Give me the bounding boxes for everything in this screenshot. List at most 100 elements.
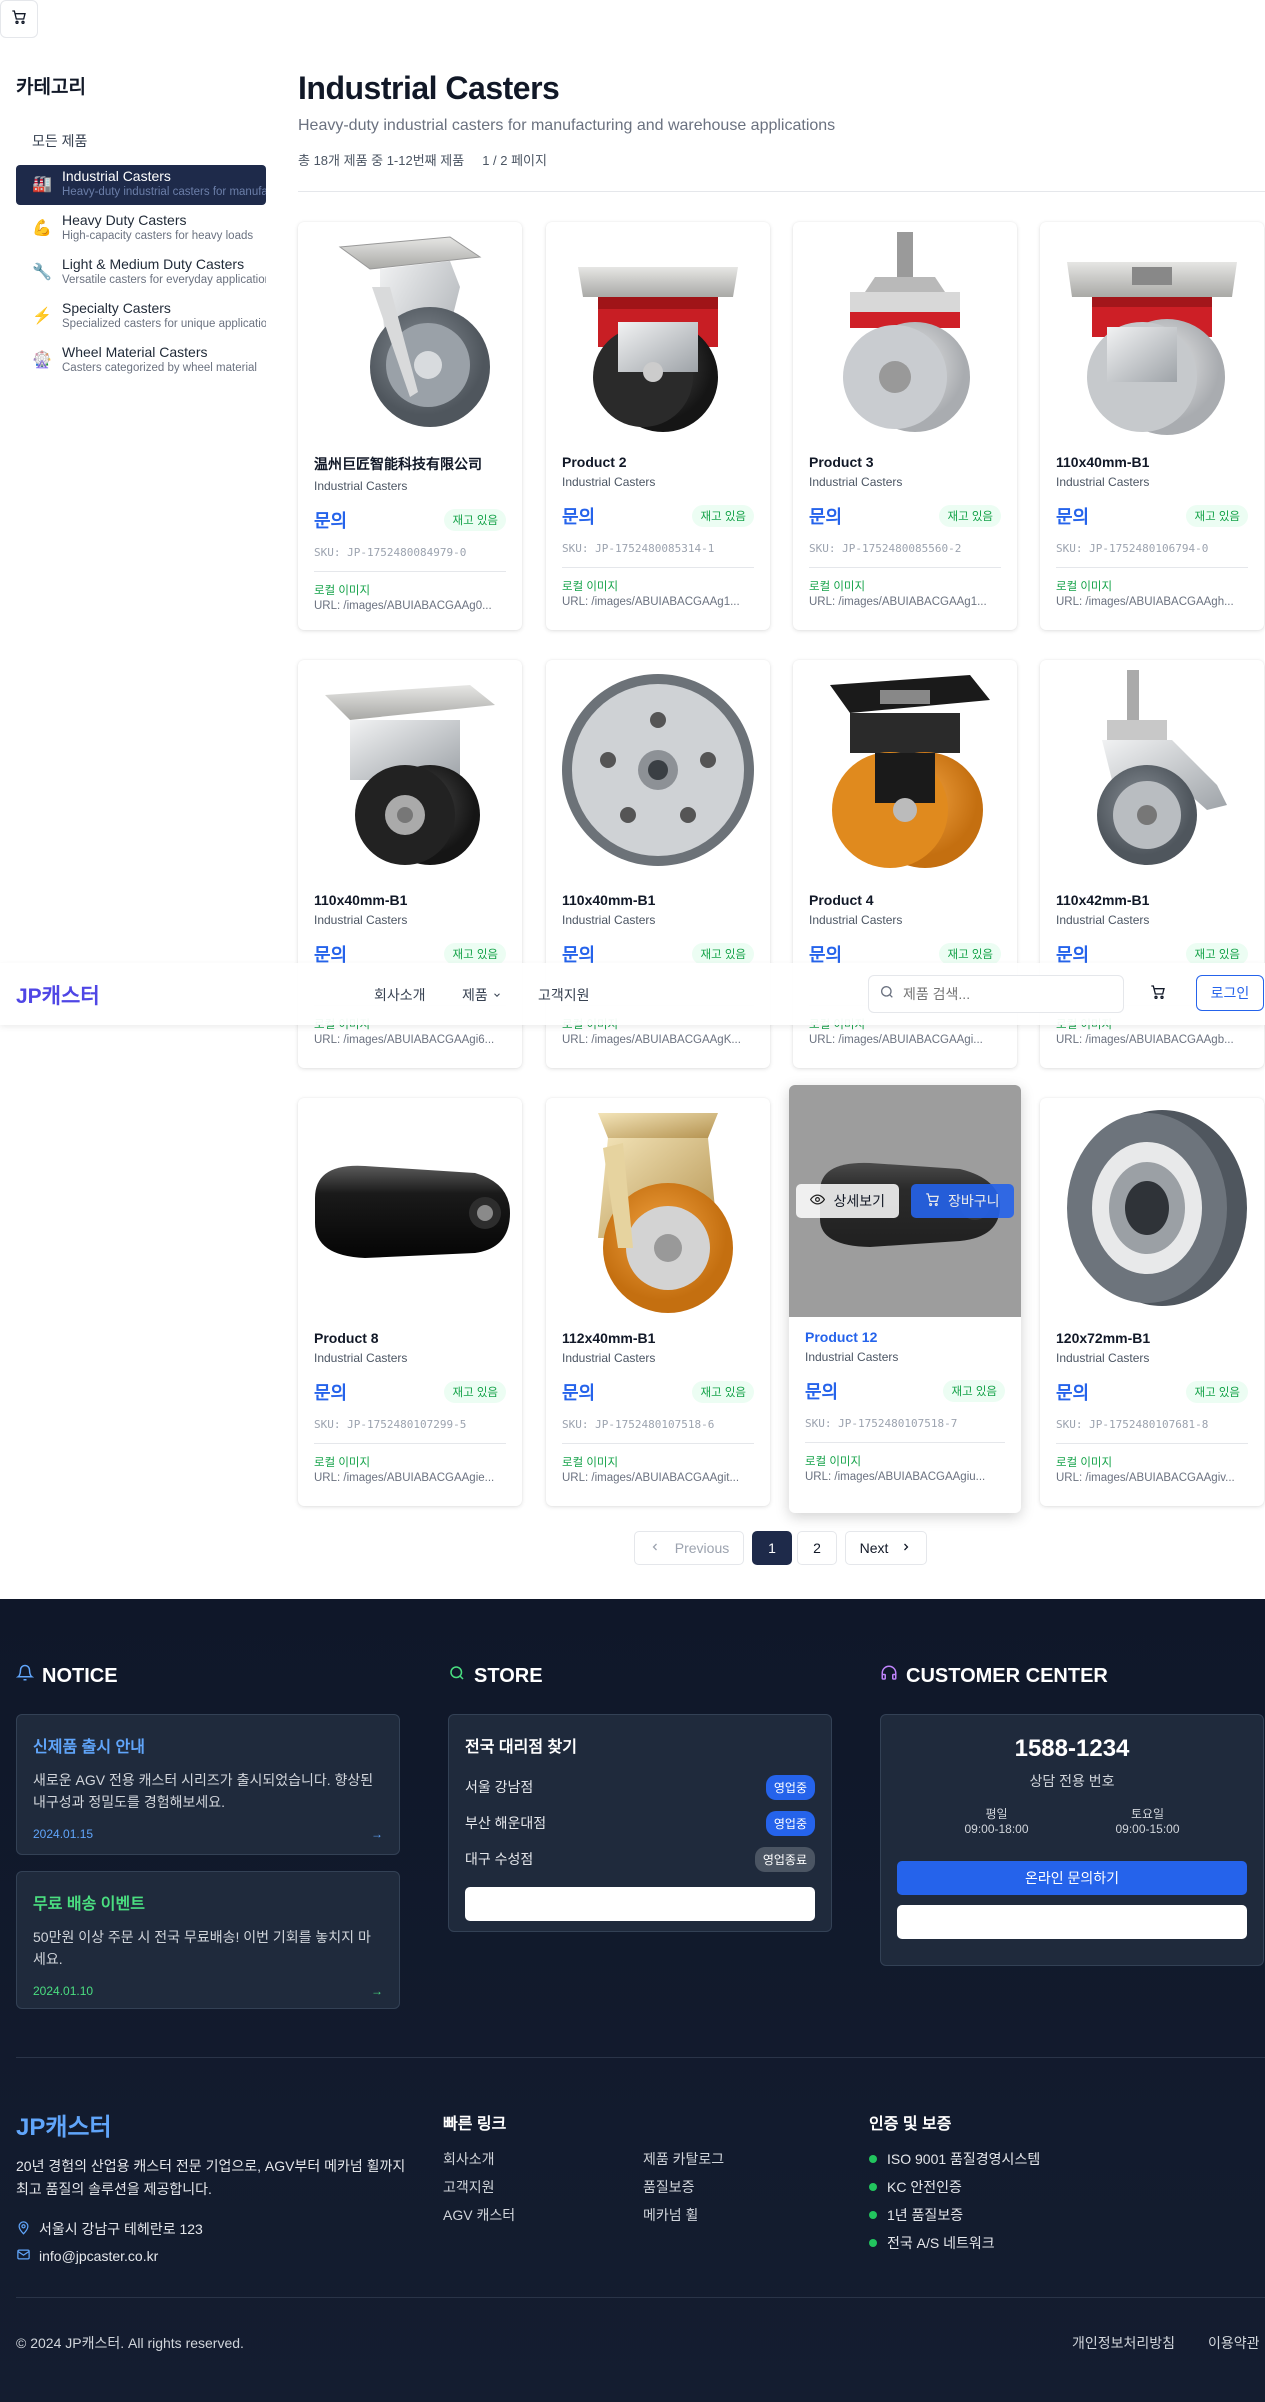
result-count-text: 총 18개 제품 중 1-12번째 제품 bbox=[298, 153, 465, 168]
category-item[interactable]: 🔧 Light & Medium Duty Casters Versatile … bbox=[16, 253, 266, 293]
notice-card[interactable]: 신제품 출시 안내 새로운 AGV 전용 캐스터 시리즈가 출시되었습니다. 향… bbox=[16, 1714, 400, 1855]
product-name[interactable]: 112x40mm-B1 bbox=[562, 1330, 754, 1346]
product-image[interactable] bbox=[298, 222, 522, 442]
nav-cart-button[interactable] bbox=[1144, 980, 1172, 1008]
terms-link[interactable]: 이용약관 bbox=[1208, 2333, 1260, 2353]
product-image[interactable] bbox=[1040, 660, 1264, 880]
category-label: Wheel Material Casters bbox=[62, 344, 208, 360]
store-row[interactable]: 부산 해운대점 영업중 bbox=[465, 1805, 815, 1841]
store-name: 부산 해운대점 bbox=[465, 1815, 547, 1831]
product-image[interactable] bbox=[1040, 1098, 1264, 1318]
online-inquiry-button[interactable]: 온라인 문의하기 bbox=[897, 1861, 1247, 1895]
view-detail-button[interactable]: 상세보기 bbox=[796, 1184, 899, 1218]
product-card[interactable]: Product 8 Industrial Casters 문의 재고 있음 SK… bbox=[298, 1098, 522, 1506]
product-category: Industrial Casters bbox=[562, 475, 656, 489]
notice-card-title: 무료 배송 이벤트 bbox=[33, 1896, 145, 1913]
product-name[interactable]: 120x72mm-B1 bbox=[1056, 1330, 1248, 1346]
store-search-button[interactable] bbox=[465, 1887, 815, 1921]
top-navbar: JP캐스터 회사소개 제품 고객지원 로그인 bbox=[0, 963, 1265, 1025]
product-category: Industrial Casters bbox=[314, 479, 408, 493]
quick-link[interactable]: 제품 카탈로그 bbox=[643, 2149, 724, 2169]
product-image[interactable] bbox=[298, 1098, 522, 1318]
product-image[interactable] bbox=[546, 1098, 770, 1318]
quick-link[interactable]: AGV 캐스터 bbox=[443, 2205, 515, 2225]
product-sku: SKU: JP-1752480085560-2 bbox=[809, 542, 1001, 568]
notice-card-body: 50만원 이상 주문 시 전국 무료배송! 이번 기회를 놓치지 마세요. bbox=[33, 1929, 371, 1967]
image-url: URL: /images/ABUIABACGAAgie... bbox=[314, 1472, 495, 1484]
store-row[interactable]: 서울 강남점 영업중 bbox=[465, 1769, 815, 1805]
ferris-wheel-icon: 🎡 bbox=[32, 352, 52, 369]
price-row: 문의 재고 있음 bbox=[562, 1379, 754, 1405]
footer-logo[interactable]: JP캐스터 bbox=[16, 2107, 112, 2142]
email-text[interactable]: info@jpcaster.co.kr bbox=[39, 2248, 158, 2264]
shopping-cart-icon bbox=[925, 1192, 940, 1210]
nav-link-company[interactable]: 회사소개 bbox=[374, 985, 426, 1005]
product-card[interactable]: Product 12 Industrial Casters 문의 재고 있음 S… bbox=[789, 1085, 1021, 1513]
product-name[interactable]: Product 3 bbox=[809, 454, 1001, 470]
factory-icon: 🏭 bbox=[32, 176, 52, 193]
product-name[interactable]: 110x40mm-B1 bbox=[562, 892, 754, 908]
category-all[interactable]: 모든 제품 bbox=[16, 127, 266, 155]
product-name[interactable]: 温州巨匠智能科技有限公司 bbox=[314, 454, 506, 474]
cert-item: 1년 품질보증 bbox=[869, 2205, 963, 2225]
product-image[interactable] bbox=[793, 222, 1017, 442]
product-image[interactable] bbox=[546, 660, 770, 880]
category-item[interactable]: 🏭 Industrial Casters Heavy-duty industri… bbox=[16, 165, 266, 205]
login-button[interactable]: 로그인 bbox=[1196, 975, 1264, 1011]
map-pin-icon bbox=[16, 2220, 31, 2238]
search-input[interactable] bbox=[903, 986, 1103, 1002]
product-hover-overlay: 상세보기 장바구니 bbox=[789, 1085, 1021, 1317]
product-name[interactable]: Product 2 bbox=[562, 454, 754, 470]
quick-link[interactable]: 회사소개 bbox=[443, 2149, 495, 2169]
product-card[interactable]: 温州巨匠智能科技有限公司 Industrial Casters 문의 재고 있음… bbox=[298, 222, 522, 630]
saturday-label: 토요일 bbox=[1130, 1807, 1165, 1821]
search-box[interactable] bbox=[868, 975, 1124, 1013]
pagination-page-2[interactable]: 2 bbox=[797, 1531, 837, 1565]
product-card[interactable]: 112x40mm-B1 Industrial Casters 문의 재고 있음 … bbox=[546, 1098, 770, 1506]
product-card[interactable]: Product 3 Industrial Casters 문의 재고 있음 SK… bbox=[793, 222, 1017, 630]
cart-button[interactable] bbox=[0, 0, 38, 38]
customer-secondary-button[interactable] bbox=[897, 1905, 1247, 1939]
quick-link[interactable]: 고객지원 bbox=[443, 2177, 495, 2197]
product-card[interactable]: Product 2 Industrial Casters 문의 재고 있음 SK… bbox=[546, 222, 770, 630]
image-url: URL: /images/ABUIABACGAAg1... bbox=[809, 596, 987, 608]
category-item[interactable]: 🎡 Wheel Material Casters Casters categor… bbox=[16, 341, 266, 381]
category-item[interactable]: 💪 Heavy Duty Casters High-capacity caste… bbox=[16, 209, 266, 249]
product-name[interactable]: Product 12 bbox=[805, 1329, 1005, 1345]
product-category: Industrial Casters bbox=[1056, 475, 1150, 489]
product-image[interactable] bbox=[1040, 222, 1264, 442]
pagination-next[interactable]: Next bbox=[845, 1531, 927, 1565]
product-card[interactable]: 120x72mm-B1 Industrial Casters 문의 재고 있음 … bbox=[1040, 1098, 1264, 1506]
product-name[interactable]: 110x40mm-B1 bbox=[314, 892, 506, 908]
product-name[interactable]: Product 8 bbox=[314, 1330, 506, 1346]
nav-link-products[interactable]: 제품 bbox=[462, 985, 502, 1005]
product-price: 문의 bbox=[562, 1383, 596, 1403]
quick-link[interactable]: 메카넘 휠 bbox=[643, 2205, 698, 2225]
stock-badge: 재고 있음 bbox=[692, 1381, 754, 1403]
site-logo[interactable]: JP캐스터 bbox=[16, 980, 100, 1010]
price-row: 문의 재고 있음 bbox=[809, 503, 1001, 529]
category-sidebar: 카테고리 모든 제품 🏭 Industrial Casters Heavy-du… bbox=[16, 72, 266, 385]
product-name[interactable]: Product 4 bbox=[809, 892, 1001, 908]
quick-link[interactable]: 품질보증 bbox=[643, 2177, 695, 2197]
privacy-policy-link[interactable]: 개인정보처리방침 bbox=[1072, 2333, 1175, 2353]
nav-link-support[interactable]: 고객지원 bbox=[538, 985, 590, 1005]
store-row[interactable]: 대구 수성점 영업종료 bbox=[465, 1841, 815, 1877]
pagination-page-1[interactable]: 1 bbox=[752, 1531, 792, 1565]
product-price: 문의 bbox=[805, 1382, 839, 1402]
product-image[interactable] bbox=[298, 660, 522, 880]
price-row: 문의 재고 있음 bbox=[1056, 503, 1248, 529]
product-price: 문의 bbox=[314, 511, 348, 531]
footer-bottom-divider bbox=[16, 2297, 1265, 2298]
lightning-icon: ⚡ bbox=[32, 308, 52, 325]
product-image[interactable] bbox=[793, 660, 1017, 880]
category-item[interactable]: ⚡ Specialty Casters Specialized casters … bbox=[16, 297, 266, 337]
product-name[interactable]: 110x40mm-B1 bbox=[1056, 454, 1248, 470]
product-name[interactable]: 110x42mm-B1 bbox=[1056, 892, 1248, 908]
product-card[interactable]: 110x40mm-B1 Industrial Casters 문의 재고 있음 … bbox=[1040, 222, 1264, 630]
notice-card[interactable]: 무료 배송 이벤트 50만원 이상 주문 시 전국 무료배송! 이번 기회를 놓… bbox=[16, 1871, 400, 2009]
add-to-cart-button[interactable]: 장바구니 bbox=[911, 1184, 1014, 1218]
footer-divider bbox=[16, 2057, 1265, 2058]
product-image[interactable] bbox=[546, 222, 770, 442]
pagination-previous[interactable]: Previous bbox=[634, 1531, 744, 1565]
